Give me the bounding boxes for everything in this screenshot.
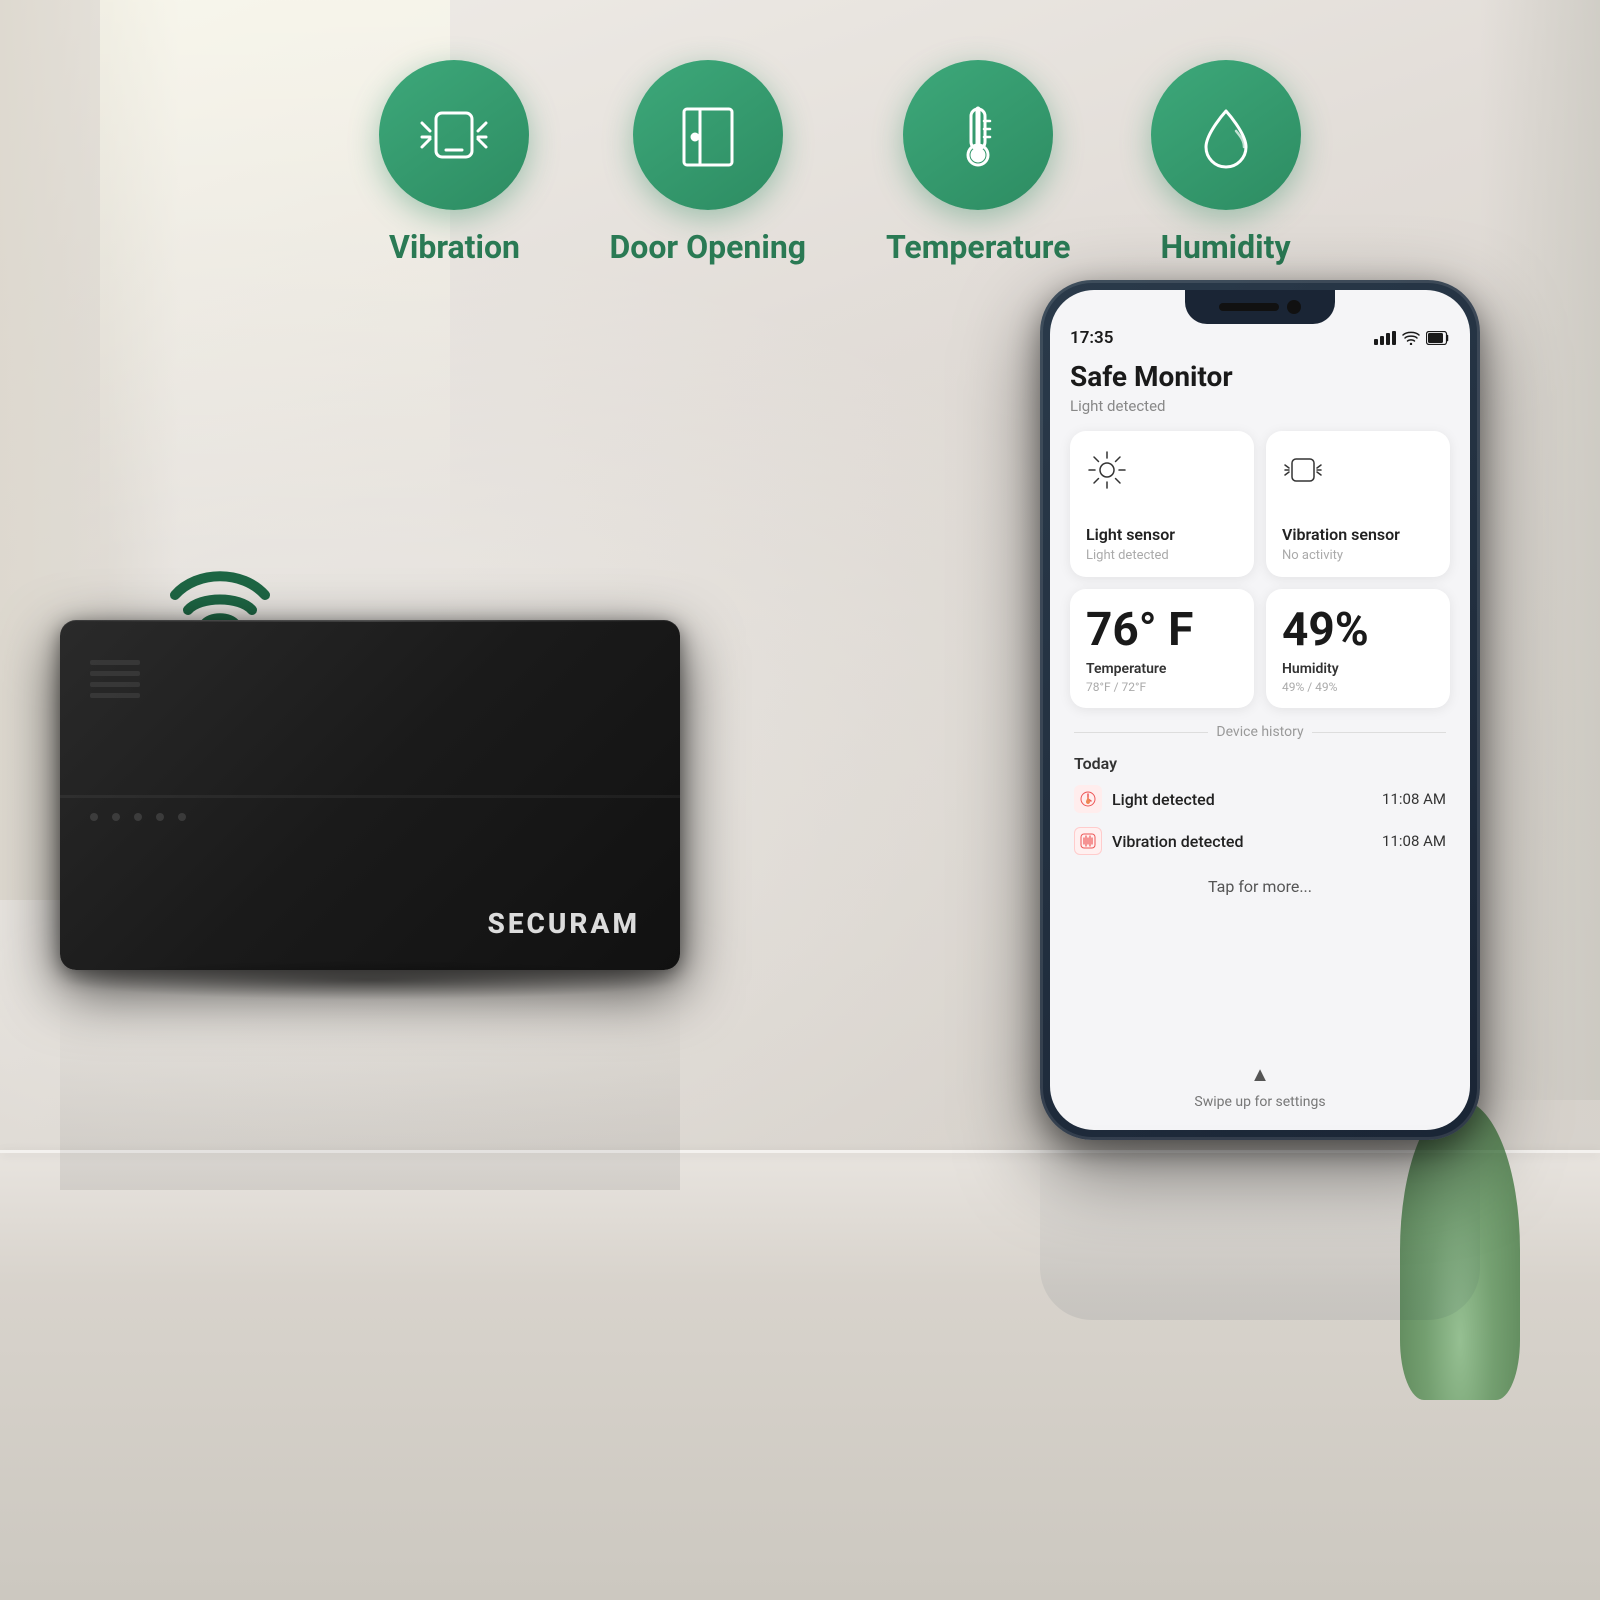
status-bar: 17:35 <box>1070 328 1450 348</box>
swipe-arrow-icon: ▲ <box>1050 1062 1470 1087</box>
safe-dot <box>134 813 142 821</box>
status-icons <box>1374 331 1450 345</box>
notch-camera <box>1287 300 1301 314</box>
history-line-left <box>1074 732 1208 733</box>
light-sensor-card[interactable]: Light sensor Light detected <box>1070 431 1254 577</box>
main-content: Vibration Door Opening <box>0 0 1600 1600</box>
history-title: Device history <box>1216 724 1303 740</box>
safe-reflection <box>60 990 680 1190</box>
door-circle <box>633 60 783 210</box>
history-item-light[interactable]: Light detected 11:08 AM <box>1074 785 1446 813</box>
light-alert-icon <box>1074 785 1102 813</box>
app-subtitle: Light detected <box>1070 397 1450 415</box>
safe-dots <box>90 813 186 821</box>
features-row: Vibration Door Opening <box>0 0 1600 266</box>
safe-dot <box>90 813 98 821</box>
humidity-metric-name: Humidity <box>1282 661 1434 677</box>
history-section: Device history Today <box>1070 724 1450 912</box>
phone-container: 17:35 <box>1040 280 1480 1140</box>
swipe-up-area[interactable]: ▲ Swipe up for settings <box>1050 1062 1470 1110</box>
safe-vent <box>90 682 140 687</box>
safe-vent <box>90 693 140 698</box>
light-sensor-status: Light detected <box>1086 548 1238 563</box>
notch-speaker <box>1219 303 1279 311</box>
humidity-card[interactable]: 49% Humidity 49% / 49% <box>1266 589 1450 708</box>
light-sensor-icon <box>1086 449 1238 495</box>
safe-vent <box>90 660 140 665</box>
door-icon <box>668 95 748 175</box>
vibration-alert-icon <box>1074 827 1102 855</box>
swipe-text: Swipe up for settings <box>1194 1094 1325 1110</box>
safe-middle-line <box>60 795 680 798</box>
signal-bar-3 <box>1386 333 1390 345</box>
history-item-left: Light detected <box>1074 785 1215 813</box>
temperature-card[interactable]: 76° F Temperature 78°F / 72°F <box>1070 589 1254 708</box>
humidity-icon <box>1186 95 1266 175</box>
feature-vibration: Vibration <box>379 60 529 266</box>
temperature-metric-detail: 78°F / 72°F <box>1086 680 1238 694</box>
vibration-label: Vibration <box>389 228 520 266</box>
wifi-status-icon <box>1402 331 1420 345</box>
light-sensor-name: Light sensor <box>1086 525 1238 544</box>
app-title: Safe Monitor <box>1070 360 1450 393</box>
safe-vents <box>90 660 140 698</box>
history-header: Device history <box>1074 724 1446 740</box>
safe-dot <box>112 813 120 821</box>
vibration-sensor-icon <box>1282 449 1434 495</box>
history-light-text: Light detected <box>1112 790 1215 809</box>
feature-door: Door Opening <box>609 60 806 266</box>
humidity-circle <box>1151 60 1301 210</box>
history-item-vibration[interactable]: Vibration detected 11:08 AM <box>1074 827 1446 855</box>
safe-dot <box>178 813 186 821</box>
history-vibration-text: Vibration detected <box>1112 832 1244 851</box>
feature-temperature: Temperature <box>886 60 1070 266</box>
vibration-sensor-name: Vibration sensor <box>1282 525 1434 544</box>
history-line-right <box>1312 732 1446 733</box>
metric-grid: 76° F Temperature 78°F / 72°F 49% Humidi… <box>1070 589 1450 708</box>
phone-outer: 17:35 <box>1040 280 1480 1140</box>
door-label: Door Opening <box>609 228 806 266</box>
vibration-circle <box>379 60 529 210</box>
temperature-label: Temperature <box>886 228 1070 266</box>
phone-reflection <box>1040 1120 1480 1320</box>
temperature-circle <box>903 60 1053 210</box>
temperature-value: 76° F <box>1086 607 1238 653</box>
safe-dot <box>156 813 164 821</box>
safe-vent <box>90 671 140 676</box>
history-vibration-time: 11:08 AM <box>1382 832 1446 850</box>
vibration-sensor-status: No activity <box>1282 548 1434 563</box>
safe-brand-label: SECURAM <box>487 907 640 940</box>
status-time: 17:35 <box>1070 328 1113 348</box>
app-content: Safe Monitor Light detected <box>1050 360 1470 1130</box>
temperature-metric-name: Temperature <box>1086 661 1238 677</box>
humidity-value: 49% <box>1282 607 1434 653</box>
feature-humidity: Humidity <box>1151 60 1301 266</box>
signal-bar-4 <box>1392 331 1396 345</box>
signal-bar-1 <box>1374 339 1378 345</box>
battery-icon <box>1426 331 1450 345</box>
phone-screen: 17:35 <box>1050 290 1470 1130</box>
safe-device: SECURAM <box>60 620 680 970</box>
history-item-vibration-left: Vibration detected <box>1074 827 1244 855</box>
history-light-time: 11:08 AM <box>1382 790 1446 808</box>
tap-more[interactable]: Tap for more... <box>1074 869 1446 912</box>
humidity-label: Humidity <box>1160 228 1290 266</box>
history-day: Today <box>1074 754 1446 773</box>
vibration-sensor-card[interactable]: Vibration sensor No activity <box>1266 431 1450 577</box>
signal-bars-icon <box>1374 331 1396 345</box>
humidity-metric-detail: 49% / 49% <box>1282 680 1434 694</box>
phone-notch <box>1185 290 1335 324</box>
thermometer-icon <box>938 95 1018 175</box>
vibration-icon <box>414 95 494 175</box>
signal-bar-2 <box>1380 336 1384 345</box>
sensor-grid: Light sensor Light detected <box>1070 431 1450 577</box>
